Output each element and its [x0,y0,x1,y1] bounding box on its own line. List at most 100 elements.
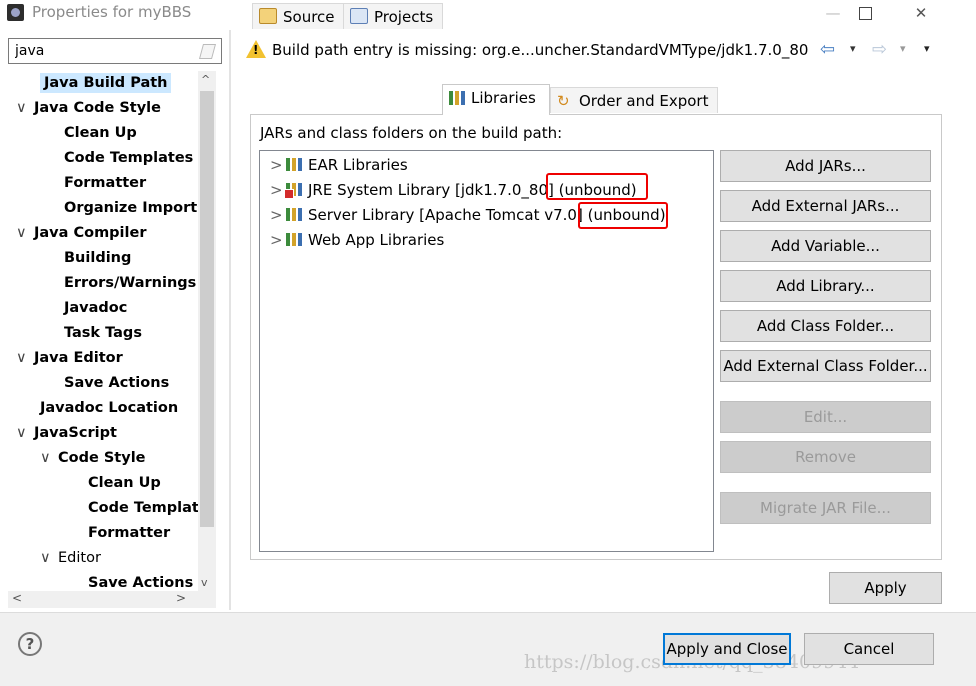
tree-item[interactable]: Code Templat [88,496,198,520]
add-jars-button[interactable]: Add JARs... [720,150,931,182]
tree-item[interactable]: Organize Imports [64,196,198,220]
tab-order-and-export[interactable]: Order and Export [550,87,718,114]
scroll-up-icon[interactable]: ^ [201,73,210,86]
library-icon [286,208,302,221]
tree-item[interactable]: Save Actions [64,371,169,395]
scrollbar-thumb[interactable] [200,91,214,527]
tab-projects[interactable]: Projects [343,3,443,29]
tree-item-label: Errors/Warnings [64,275,197,291]
warning-icon [246,40,266,58]
filter-field-container [8,38,222,64]
collapse-chevron-icon[interactable]: ∨ [40,546,58,570]
tree-item-label: Clean Up [64,125,137,141]
library-error-icon [284,183,302,199]
tree-item-label: Save Actions [88,575,194,591]
tree-item[interactable]: ∨ Java Compiler [16,221,146,245]
library-item[interactable]: > EAR Libraries [270,153,408,177]
projects-icon [350,8,368,24]
tree-item[interactable]: Clean Up [88,471,161,495]
add-class-folder-button[interactable]: Add Class Folder... [720,310,931,342]
tree-item[interactable]: Java Build Path [40,71,172,95]
back-dropdown-icon[interactable]: ▾ [850,42,856,55]
tree-item-label: Java Editor [34,350,123,366]
tree-item-label: Editor [58,550,101,566]
add-external-class-folder-button[interactable]: Add External Class Folder... [720,350,931,382]
collapse-chevron-icon[interactable]: ∨ [16,421,34,445]
help-icon[interactable]: ? [18,632,42,656]
forward-dropdown-icon[interactable]: ▾ [900,42,906,55]
tree-item[interactable]: ∨ JavaScript [16,421,117,445]
tree-item[interactable]: ∨ Java Editor [16,346,123,370]
tree-item[interactable]: ∨ Java Code Style [16,96,161,120]
tree-item[interactable]: Task Tags [64,321,142,345]
migrate-jar-button[interactable]: Migrate JAR File... [720,492,931,524]
tree-item[interactable]: Formatter [64,171,146,195]
edit-button[interactable]: Edit... [720,401,931,433]
tree-item-label: Organize Imports [64,200,198,216]
add-variable-button[interactable]: Add Variable... [720,230,931,262]
tree-item-label: Clean Up [88,475,161,491]
library-icon [449,91,465,105]
close-window-button[interactable]: ✕ [898,0,944,26]
tree-item-label: JavaScript [34,425,117,441]
unbound-highlight [578,202,668,229]
tree-item[interactable]: Clean Up [64,121,137,145]
tree-item-label: Code Style [58,450,146,466]
tree-item-label: Java Compiler [34,225,147,241]
library-item[interactable]: > Web App Libraries [270,228,444,252]
remove-button[interactable]: Remove [720,441,931,473]
maximize-icon [858,7,872,20]
forward-arrow-icon[interactable]: ⇨ [872,39,887,60]
collapse-chevron-icon[interactable]: ∨ [16,346,34,370]
tree-item-label: Formatter [64,175,147,191]
tree-item[interactable]: ∨ Editor [40,546,101,570]
tree-item[interactable]: Javadoc Location [40,396,178,420]
tree-item-label: Code Templates [64,150,194,166]
preference-tree: Java Build Path ∨ Java Code Style Clean Up C… [8,71,198,591]
tree-item[interactable]: Formatter [88,521,170,545]
tab-libraries[interactable]: Libraries [442,84,550,115]
scroll-right-icon[interactable]: > [176,591,186,605]
view-menu-icon[interactable]: ▾ [924,42,930,55]
title-bar: Properties for myBBS — ✕ [0,0,976,26]
tree-item-label: Java Build Path [40,73,172,93]
tree-item-label: Java Code Style [34,100,161,116]
tree-item-label: Save Actions [64,375,170,391]
tree-item[interactable]: Javadoc [64,296,127,320]
tree-item-label: Formatter [88,525,171,541]
tree-horizontal-scrollbar[interactable]: < > [8,591,216,608]
maximize-button[interactable] [842,0,888,26]
apply-button[interactable]: Apply [829,572,942,604]
scroll-down-icon[interactable]: v [201,576,208,589]
tree-item-label: Javadoc [64,300,128,316]
tree-item[interactable]: Building [64,246,131,270]
library-icon [286,233,302,246]
collapse-chevron-icon[interactable]: ∨ [16,96,34,120]
add-external-jars-button[interactable]: Add External JARs... [720,190,931,222]
tree-item[interactable]: Errors/Warnings [64,271,196,295]
apply-and-close-button[interactable]: Apply and Close [663,633,791,665]
window-title: Properties for myBBS [32,3,192,21]
expand-chevron-icon[interactable]: > [270,228,286,252]
expand-chevron-icon[interactable]: > [270,153,286,177]
tree-item[interactable]: ∨ Code Style [40,446,146,470]
collapse-chevron-icon[interactable]: ∨ [16,221,34,245]
library-icon [286,158,302,171]
cancel-button[interactable]: Cancel [804,633,934,665]
tab-source[interactable]: Source [252,3,344,29]
tree-item[interactable]: Code Templates [64,146,193,170]
tree-vertical-scrollbar[interactable]: ^ v [198,71,216,591]
clear-filter-icon[interactable] [198,44,217,59]
add-library-button[interactable]: Add Library... [720,270,931,302]
filter-input[interactable] [13,42,197,60]
source-folder-icon [259,8,277,24]
collapse-chevron-icon[interactable]: ∨ [40,446,58,470]
tree-item[interactable]: Save Actions [88,571,193,591]
pane-divider[interactable] [229,30,231,610]
scroll-left-icon[interactable]: < [12,591,22,605]
tree-item-label: Building [64,250,132,266]
unbound-highlight [546,173,648,200]
back-arrow-icon[interactable]: ⇦ [820,39,835,60]
expand-chevron-icon[interactable]: > [270,203,286,227]
eclipse-app-icon [7,4,24,21]
